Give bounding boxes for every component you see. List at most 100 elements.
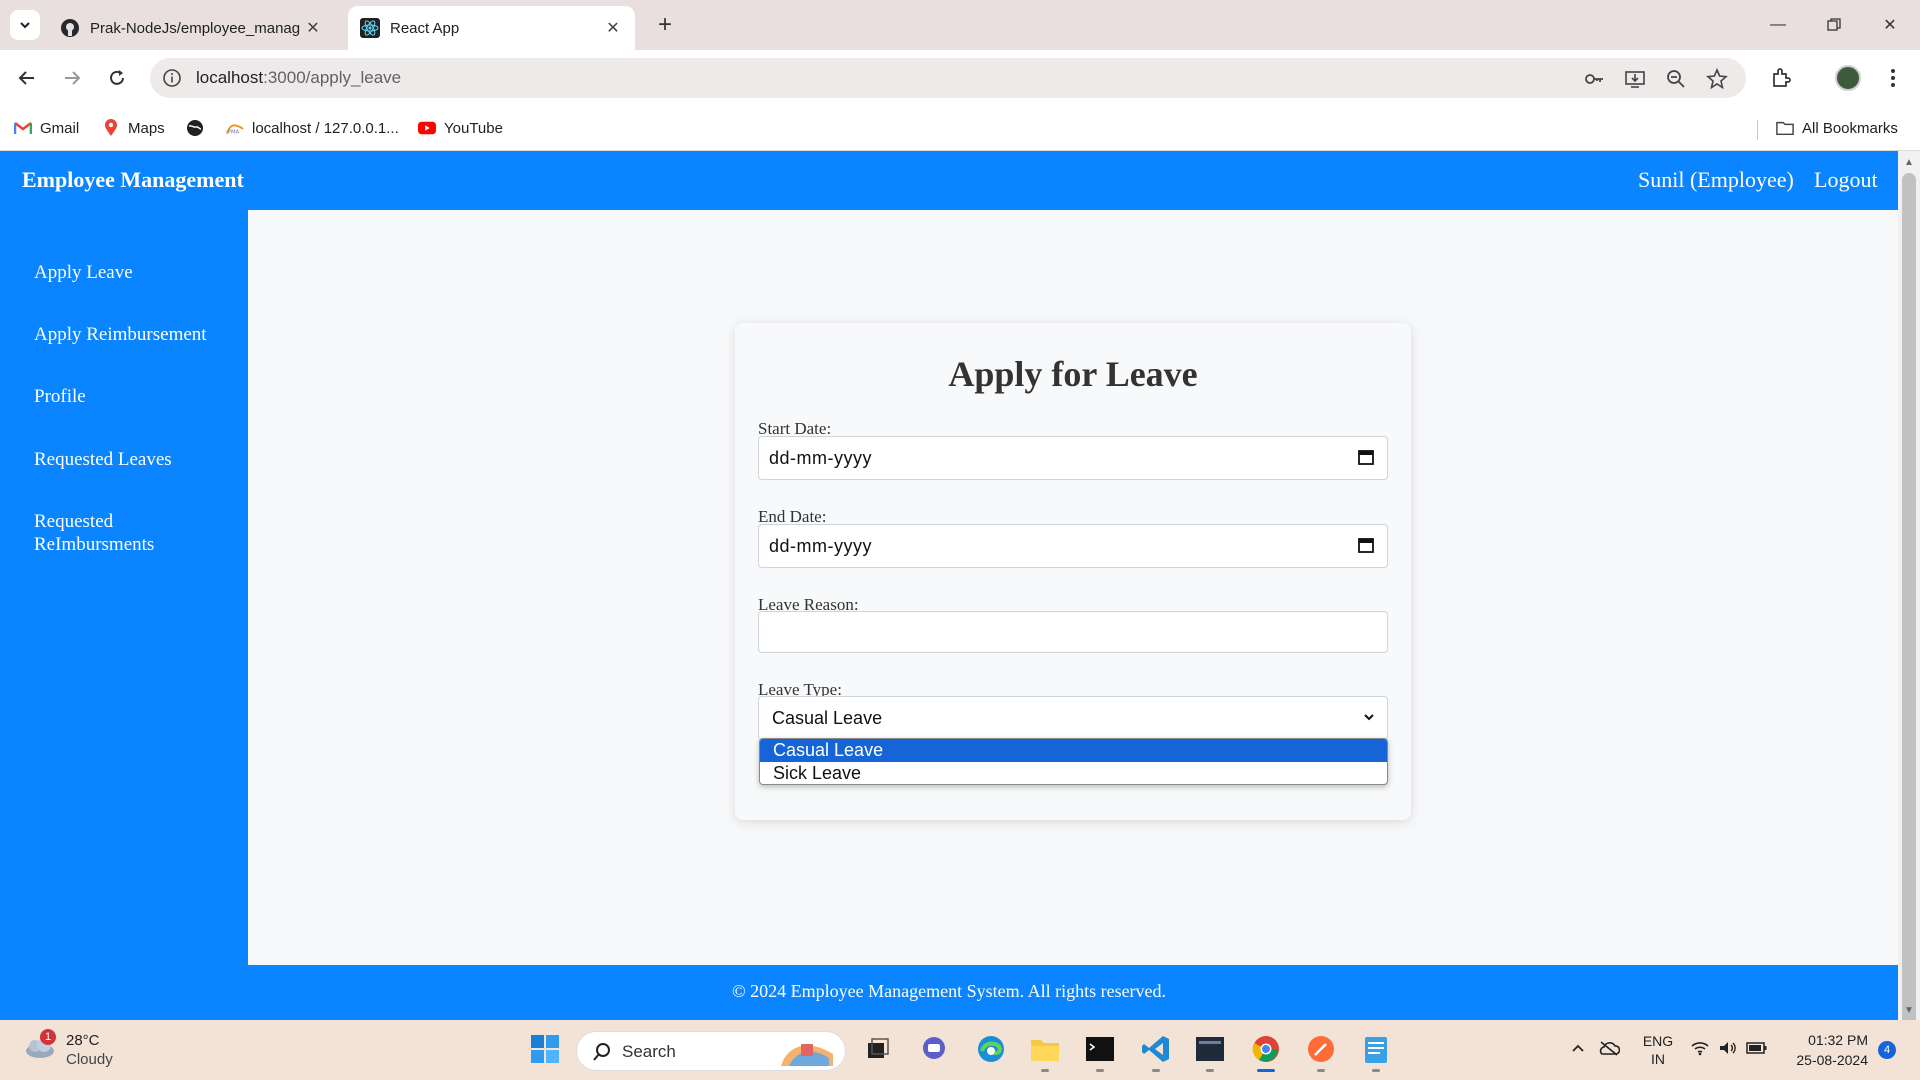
clock[interactable]: 01:32 PM 25-08-2024: [1784, 1030, 1868, 1070]
scroll-up-icon[interactable]: ▲: [1898, 153, 1920, 171]
site-info-icon[interactable]: [162, 68, 182, 88]
edge-icon[interactable]: [974, 1032, 1008, 1066]
password-key-icon[interactable]: [1582, 67, 1606, 91]
sidebar: Apply Leave Apply Reimbursement Profile …: [0, 210, 248, 965]
tab-title: Prak-NodeJs/employee_manag: [90, 19, 301, 37]
profile-avatar[interactable]: [1835, 65, 1861, 91]
weather-badge: 1: [40, 1029, 56, 1045]
wifi-icon[interactable]: [1690, 1040, 1710, 1059]
option-sick-leave[interactable]: Sick Leave: [760, 762, 1387, 784]
calendar-icon[interactable]: [1357, 448, 1377, 468]
scroll-thumb[interactable]: [1902, 173, 1916, 1080]
phpmyadmin-icon: PMA: [226, 119, 244, 137]
task-view-icon[interactable]: [861, 1032, 895, 1066]
address-bar[interactable]: localhost:3000/apply_leave: [150, 58, 1746, 98]
end-date-input[interactable]: dd-mm-yyyy: [758, 524, 1388, 568]
restore-icon[interactable]: [1806, 0, 1862, 50]
page-scrollbar[interactable]: ▲ ▼: [1898, 151, 1920, 1080]
bookmarks-bar: Gmail Maps PMA localhost / 127.0.0.1... …: [0, 106, 1920, 151]
folder-icon: [1776, 119, 1794, 137]
volume-icon[interactable]: [1718, 1040, 1738, 1059]
bookmark-youtube[interactable]: YouTube: [418, 116, 503, 140]
sidebar-item-profile[interactable]: Profile: [34, 385, 234, 408]
bookmark-gmail[interactable]: Gmail: [14, 116, 79, 140]
vscode-icon[interactable]: [1139, 1032, 1173, 1072]
main-content: Apply for Leave Start Date: dd-mm-yyyy E…: [248, 210, 1898, 965]
forward-icon[interactable]: [56, 62, 88, 94]
leave-type-select[interactable]: Casual Leave: [758, 696, 1388, 740]
weather-widget[interactable]: 1 28°C Cloudy: [22, 1029, 172, 1071]
start-button[interactable]: [528, 1032, 562, 1066]
brand-title[interactable]: Employee Management: [22, 167, 244, 193]
sidebar-item-apply-reimbursement[interactable]: Apply Reimbursement: [34, 323, 234, 346]
back-icon[interactable]: [11, 62, 43, 94]
reload-icon[interactable]: [101, 62, 133, 94]
running-indicator: [1152, 1069, 1160, 1072]
tab-search-button[interactable]: [10, 10, 40, 40]
extensions-icon[interactable]: [1767, 64, 1795, 92]
clock-date: 25-08-2024: [1796, 1052, 1868, 1068]
bookmark-star-icon[interactable]: [1705, 67, 1729, 91]
file-explorer-icon[interactable]: [1028, 1032, 1062, 1072]
start-date-input[interactable]: dd-mm-yyyy: [758, 436, 1388, 480]
scroll-down-icon[interactable]: ▼: [1898, 1001, 1920, 1019]
chevron-down-icon: [1361, 709, 1377, 725]
user-name[interactable]: Sunil (Employee): [1638, 167, 1794, 193]
chevron-up-icon[interactable]: [1570, 1040, 1586, 1059]
gmail-icon: [14, 119, 32, 137]
new-tab-button[interactable]: +: [650, 10, 680, 40]
running-indicator: [1206, 1069, 1214, 1072]
battery-icon[interactable]: [1746, 1041, 1768, 1058]
sidebar-item-requested-leaves[interactable]: Requested Leaves: [34, 448, 234, 471]
onedrive-icon[interactable]: [1598, 1040, 1621, 1059]
language-indicator[interactable]: ENG IN: [1638, 1032, 1678, 1068]
youtube-icon: [418, 119, 436, 137]
notification-count[interactable]: 4: [1878, 1041, 1896, 1059]
sidebar-item-apply-leave[interactable]: Apply Leave: [34, 261, 234, 284]
calendar-icon[interactable]: [1357, 536, 1377, 556]
leave-type-dropdown: Casual Leave Sick Leave: [759, 738, 1388, 785]
chrome-icon[interactable]: [1249, 1032, 1283, 1072]
app-header: Employee Management Sunil (Employee) Log…: [0, 151, 1898, 210]
form-title: Apply for Leave: [948, 354, 1198, 394]
close-window-icon[interactable]: ✕: [1862, 0, 1918, 50]
postman-icon[interactable]: [1304, 1032, 1338, 1072]
url-text: localhost:3000/apply_leave: [196, 68, 402, 87]
end-date-value: dd-mm-yyyy: [769, 536, 872, 556]
running-indicator: [1096, 1069, 1104, 1072]
svg-text:PMA: PMA: [228, 129, 240, 135]
more-menu-icon[interactable]: [1879, 64, 1907, 92]
bookmark-maps[interactable]: Maps: [102, 116, 165, 140]
search-highlight-icon: [777, 1036, 837, 1073]
leave-reason-input[interactable]: [758, 611, 1388, 653]
bookmarks-separator: [1757, 120, 1758, 140]
close-tab-icon[interactable]: ✕: [603, 18, 623, 38]
search-icon: [591, 1041, 613, 1068]
browser-toolbar: localhost:3000/apply_leave: [0, 50, 1920, 106]
option-casual-leave[interactable]: Casual Leave: [760, 739, 1387, 762]
terminal-icon[interactable]: [1083, 1032, 1117, 1072]
globe-icon: [186, 119, 204, 137]
mysql-workbench-icon[interactable]: [1193, 1032, 1227, 1072]
all-bookmarks-button[interactable]: All Bookmarks: [1776, 116, 1898, 140]
bookmark-phpmyadmin[interactable]: PMA localhost / 127.0.0.1...: [226, 116, 399, 140]
browser-tab-bar: Prak-NodeJs/employee_manag ✕ React App ✕…: [0, 0, 1920, 50]
sidebar-item-requested-reimbursements[interactable]: Requested ReImbursments: [34, 510, 184, 556]
active-indicator: [1257, 1069, 1275, 1072]
taskbar-search[interactable]: Search: [576, 1031, 846, 1071]
notepad-icon[interactable]: [1359, 1032, 1393, 1072]
maps-icon: [102, 119, 120, 137]
teams-chat-icon[interactable]: [917, 1032, 951, 1066]
minimize-icon[interactable]: —: [1750, 0, 1806, 50]
tab-react-app[interactable]: React App ✕: [348, 6, 635, 50]
bookmark-globe[interactable]: [186, 116, 212, 140]
tab-github[interactable]: Prak-NodeJs/employee_manag ✕: [48, 6, 335, 50]
running-indicator: [1041, 1069, 1049, 1072]
zoom-icon[interactable]: [1664, 67, 1688, 91]
close-tab-icon[interactable]: ✕: [303, 18, 323, 38]
weather-temp: 28°C: [66, 1032, 100, 1049]
logout-link[interactable]: Logout: [1814, 167, 1878, 193]
install-app-icon[interactable]: [1623, 67, 1647, 91]
windows-logo-icon: [531, 1035, 559, 1063]
app-footer: © 2024 Employee Management System. All r…: [0, 965, 1898, 1020]
